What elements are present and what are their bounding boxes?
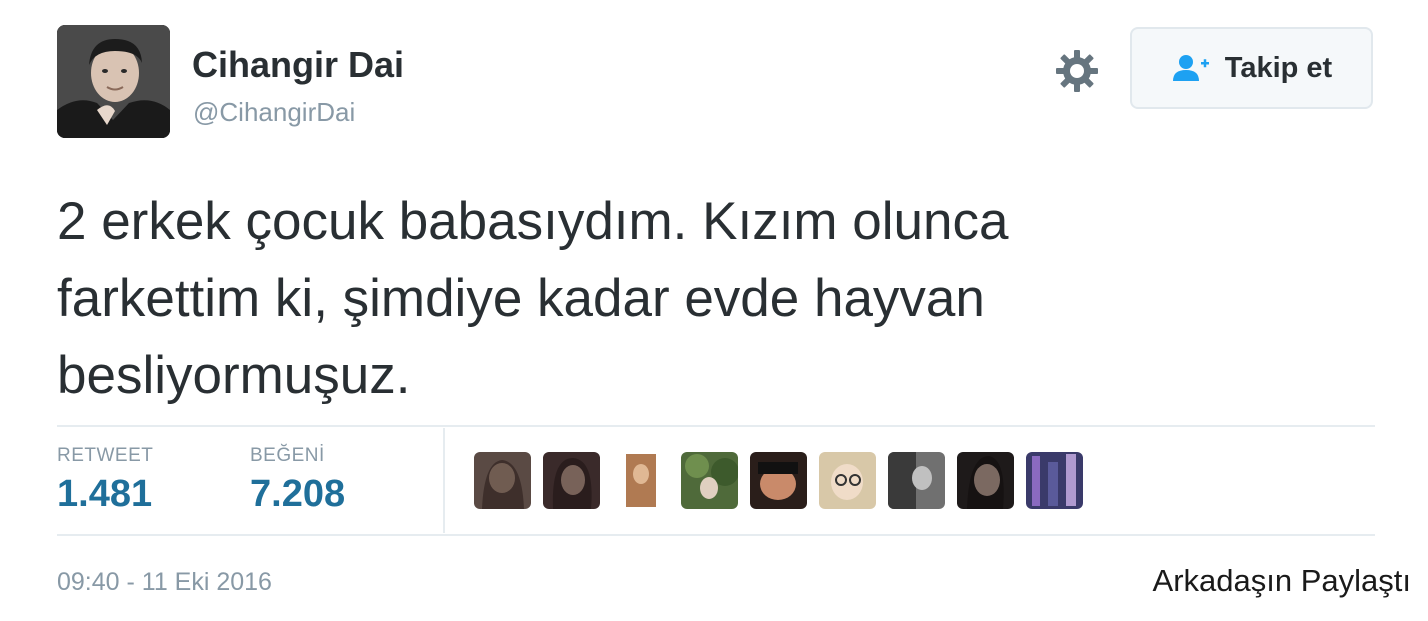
add-user-icon [1172, 55, 1209, 81]
liker-avatar[interactable] [957, 452, 1014, 509]
tweet-card: Cihangir Dai @CihangirDai Takip et 2 erk… [0, 0, 1428, 621]
share-caption: Arkadaşın Paylaştı [1152, 563, 1411, 598]
liker-avatars [474, 452, 1083, 509]
tweet-timestamp[interactable]: 09:40 - 11 Eki 2016 [57, 568, 272, 597]
liker-avatar[interactable] [681, 452, 738, 509]
liker-avatar[interactable] [1026, 452, 1083, 509]
follow-button-label: Takip et [1224, 51, 1333, 84]
tweet-text-line: 2 erkek çocuk babasıydım. Kızım olunca [57, 192, 1009, 251]
tweet-text: 2 erkek çocuk babasıydım. Kızım olunca f… [57, 183, 1357, 414]
likes-label: BEĞENİ [250, 445, 325, 466]
author-display-name[interactable]: Cihangir Dai [192, 44, 404, 86]
liker-avatar[interactable] [474, 452, 531, 509]
stats-vertical-divider [443, 428, 445, 533]
follow-button[interactable]: Takip et [1130, 27, 1373, 109]
stats-top-divider [57, 425, 1375, 427]
gear-icon[interactable] [1054, 48, 1100, 94]
author-avatar[interactable] [57, 25, 170, 138]
author-handle[interactable]: @CihangirDai [193, 97, 355, 128]
liker-avatar[interactable] [750, 452, 807, 509]
retweet-count: 1.481 [57, 473, 153, 515]
liker-avatar[interactable] [819, 452, 876, 509]
tweet-text-line: besliyormuşuz. [57, 346, 411, 405]
stats-bottom-divider [57, 534, 1375, 536]
tweet-text-line: farkettim ki, şimdiye kadar evde hayvan [57, 269, 985, 328]
retweet-stat[interactable]: RETWEET 1.481 [57, 445, 153, 516]
retweet-label: RETWEET [57, 445, 154, 466]
liker-avatar[interactable] [612, 452, 669, 509]
liker-avatar[interactable] [543, 452, 600, 509]
liker-avatar[interactable] [888, 452, 945, 509]
likes-stat[interactable]: BEĞENİ 7.208 [250, 445, 345, 516]
likes-count: 7.208 [250, 473, 346, 515]
